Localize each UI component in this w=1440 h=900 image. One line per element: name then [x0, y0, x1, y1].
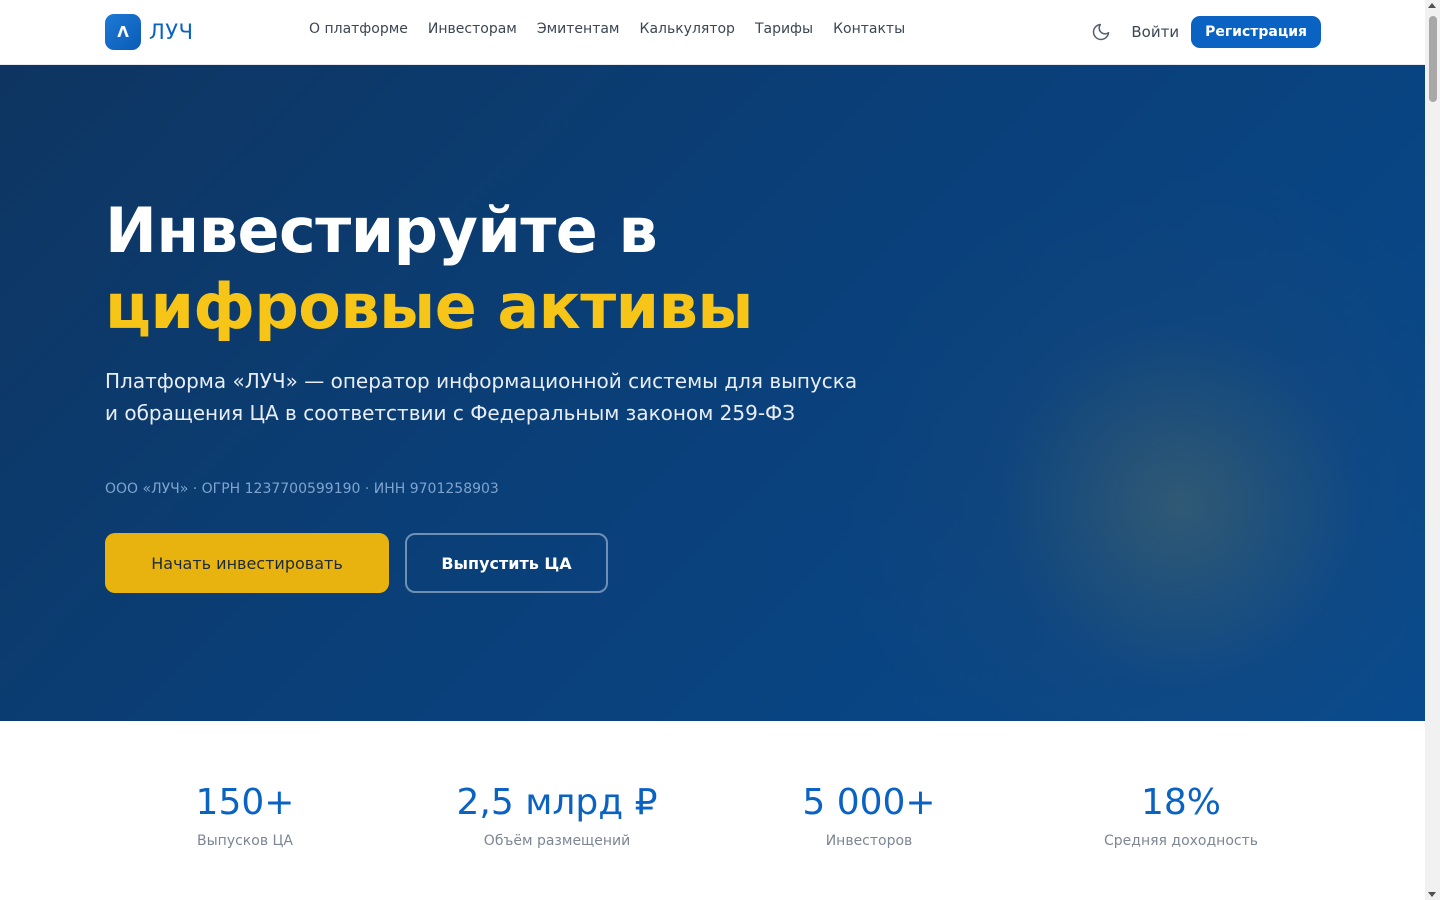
stat-value: 18% [1140, 782, 1221, 823]
nav-item-about[interactable]: О платформе [309, 21, 408, 37]
issue-assets-button[interactable]: Выпустить ЦА [405, 533, 608, 593]
scroll-up-arrow-icon[interactable] [1428, 3, 1436, 8]
login-link[interactable]: Войти [1131, 23, 1179, 41]
logo-mark-icon: Λ [105, 14, 141, 50]
start-investing-button[interactable]: Начать инвестировать [105, 533, 389, 593]
stat-value: 150+ [195, 782, 295, 823]
stat-label: Выпусков ЦА [197, 833, 293, 849]
scroll-down-arrow-icon[interactable] [1428, 892, 1436, 897]
logo[interactable]: Λ ЛУЧ [105, 14, 193, 50]
hero-title-line2: цифровые активы [105, 270, 753, 343]
stat-value: 2,5 млрд ₽ [456, 782, 658, 823]
page: Λ ЛУЧ О платформе Инвесторам Эмитентам К… [0, 0, 1440, 900]
stat-item: 150+ Выпусков ЦА [95, 781, 395, 849]
logo-text: ЛУЧ [149, 20, 194, 44]
hero-title: Инвестируйте в цифровые активы [105, 193, 753, 345]
nav-item-calculator[interactable]: Калькулятор [640, 21, 735, 37]
stat-item: 5 000+ Инвесторов [719, 781, 1019, 849]
hero-section: Инвестируйте в цифровые активы Платформа… [0, 65, 1425, 721]
nav-item-investors[interactable]: Инвесторам [428, 21, 517, 37]
register-button[interactable]: Регистрация [1191, 16, 1321, 48]
stat-item: 18% Средняя доходность [1031, 781, 1331, 849]
moon-icon[interactable] [1091, 22, 1111, 42]
page-scrollbar[interactable] [1425, 0, 1440, 900]
header-actions: Войти Регистрация [1091, 16, 1321, 48]
stats-section: 150+ Выпусков ЦА 2,5 млрд ₽ Объём размещ… [0, 721, 1425, 900]
nav-item-issuers[interactable]: Эмитентам [537, 21, 620, 37]
stat-label: Средняя доходность [1104, 833, 1258, 849]
stat-value: 5 000+ [802, 782, 936, 823]
main-nav: О платформе Инвесторам Эмитентам Калькул… [309, 21, 905, 37]
site-header: Λ ЛУЧ О платформе Инвесторам Эмитентам К… [0, 0, 1425, 65]
stat-label: Объём размещений [483, 833, 631, 849]
hero-subtitle: Платформа «ЛУЧ» — оператор информационно… [105, 369, 858, 425]
stat-item: 2,5 млрд ₽ Объём размещений [407, 781, 707, 849]
nav-item-contacts[interactable]: Контакты [833, 21, 905, 37]
hero-title-line1: Инвестируйте в [105, 194, 658, 267]
scroll-thumb[interactable] [1429, 16, 1437, 102]
stat-label: Инвесторов [825, 833, 913, 849]
nav-item-tariffs[interactable]: Тарифы [755, 21, 813, 37]
company-legal-info: ООО «ЛУЧ» · ОГРН 1237700599190 · ИНН 970… [105, 481, 499, 497]
